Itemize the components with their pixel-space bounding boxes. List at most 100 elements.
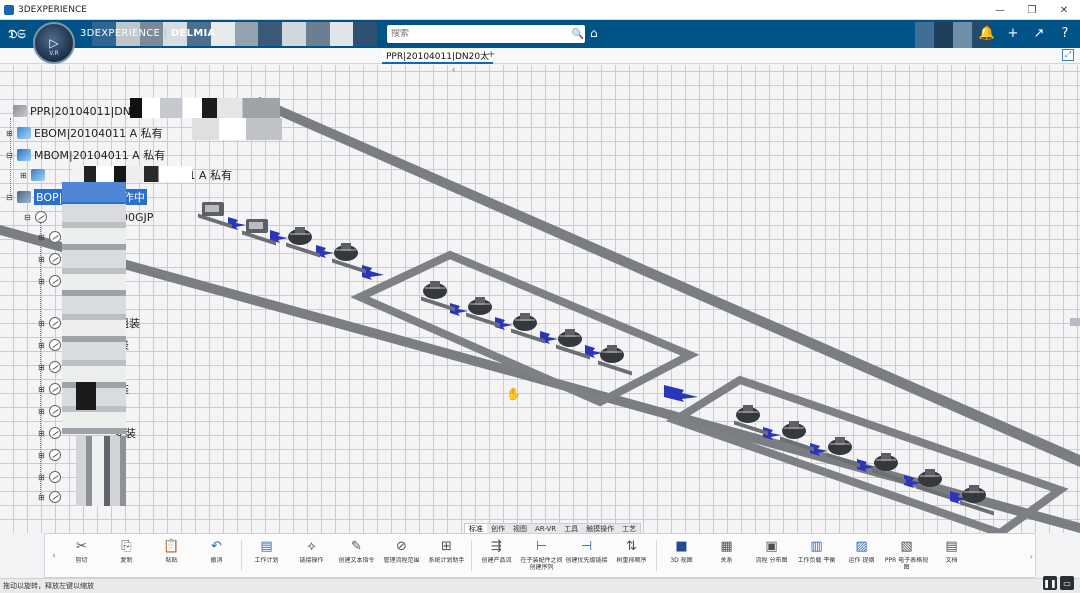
expand-toggle-icon[interactable]: ⊟ [6,193,15,202]
link-operation-button[interactable]: ⟡ 链接操作 [289,534,334,577]
tree-node-ebom[interactable]: ⊞ EBOM|20104011 A 私有 [6,124,163,142]
work-plan-button[interactable]: ▤ 工作计划 [244,534,289,577]
process-chart-button[interactable]: ▣ 流程 分布图 [749,534,794,577]
tab-ppr[interactable]: PPR|20104011|DN20太 [382,49,494,64]
bop-icon [17,191,31,203]
scroll-right-icon[interactable]: › [1030,552,1033,561]
expand-toggle-icon[interactable]: ⊞ [38,319,47,328]
tree-node-ppr[interactable]: PPR|20104011|DN [2,102,131,120]
expand-toggle-icon[interactable]: ⊞ [38,385,47,394]
brand-app: DELMIA [170,28,216,39]
reorder-tree-button[interactable]: ⇅ 树重排顺序 [609,534,654,577]
operation-icon [49,253,61,265]
expand-toggle-icon[interactable]: ⊞ [38,277,47,286]
minimize-button[interactable]: — [984,0,1016,20]
panel-collapse-icon[interactable]: ‹ [452,65,460,75]
operation-icon [49,427,61,439]
expand-toggle-icon[interactable]: ⊞ [20,171,29,180]
window-title-bar: 3DEXPERIENCE — ❐ ✕ [0,0,1080,20]
add-icon[interactable]: + [1004,24,1022,42]
tree-node-mbom[interactable]: ⊟ MBOM|20104011 A 私有 [6,146,165,164]
help-icon[interactable]: ? [1056,24,1074,42]
divider [471,540,472,571]
search-input[interactable] [391,29,571,39]
specification-tree: PPR|20104011|DN ⊞ EBOM|20104011 A 私有 ⊟ M… [2,98,302,510]
copy-button[interactable]: ⎘ 复制 [104,534,149,577]
planning-assistant-icon: ⊞ [441,538,452,554]
manage-scope-icon: ⊘ [396,538,407,554]
expand-toggle-icon[interactable]: ⊞ [38,451,47,460]
operation-icon [49,383,61,395]
add-tab-button[interactable]: + [487,49,495,60]
pause-icon[interactable]: ❚❚ [1043,576,1057,590]
expand-toggle-icon[interactable]: ⊞ [38,363,47,372]
operation-icon [49,339,61,351]
outline-button[interactable]: ▨ 运作 提纲 [839,534,884,577]
expand-icon[interactable]: ⤢ [1062,49,1074,61]
expand-toggle-icon[interactable]: ⊞ [38,473,47,482]
text-instruction-button[interactable]: ✎ 创建文本指令 [334,534,379,577]
process-chart-icon: ▣ [765,538,778,554]
button-label: 创建文本指令 [338,557,375,564]
scroll-left-icon[interactable]: ‹ [49,534,59,577]
workload-balance-button[interactable]: ▥ 工作负载 平衡 [794,534,839,577]
redacted-block [72,166,192,182]
compass-widget[interactable]: ▷ V.R [33,22,75,64]
tree-node-label: PPR|20104011|DN [30,104,132,118]
redacted-block [62,182,126,202]
tag-icon[interactable]: ⌂ [590,26,598,40]
manage-scope-button[interactable]: ⊘ 管理流程范围 [379,534,424,577]
document-button[interactable]: ▤ 文档 [929,534,974,577]
close-button[interactable]: ✕ [1048,0,1080,20]
expand-toggle-icon[interactable]: ⊞ [38,233,47,242]
button-label: 链接操作 [299,557,324,564]
expand-toggle-icon[interactable]: ⊞ [38,493,47,502]
divider [656,540,657,571]
paste-button[interactable]: 📋 粘贴 [149,534,194,577]
operation-icon [49,275,61,287]
expand-toggle-icon[interactable]: ⊟ [24,213,33,222]
status-bar: 拖动以旋转，释放左键以缩放 [0,578,1080,593]
expand-toggle-icon[interactable]: ⊞ [38,429,47,438]
expand-toggle-icon[interactable]: ⊞ [38,407,47,416]
button-label: 系统计划助手 [428,557,465,564]
mfg-assembly-icon [31,169,45,181]
expand-toggle-icon[interactable]: ⊞ [38,341,47,350]
notifications-icon[interactable]: 🔔 [978,24,996,42]
reorder-tree-icon: ⇅ [626,538,637,554]
button-label: 3D 视图 [670,557,693,564]
priority-link-button[interactable]: ⊣ 创建优先级链接 [564,534,609,577]
redacted-block [130,98,280,118]
button-label: 关系 [720,557,733,564]
side-panel-handle[interactable] [1070,318,1080,326]
expand-toggle-icon[interactable]: ⊟ [6,151,15,160]
ds-logo-icon[interactable]: 𝔇𝔖 [6,24,28,44]
panel-toggle-icon[interactable]: ▭ [1060,576,1074,590]
ppr-spreadsheet-button[interactable]: ▧ PPR 电子表格视图 [884,534,929,577]
cut-button[interactable]: ✂ 剪切 [59,534,104,577]
operation-icon [49,405,61,417]
operation-icon [49,491,61,503]
text-instruction-icon: ✎ [351,538,362,554]
product-flow-button[interactable]: ⇶ 创建产品流 [474,534,519,577]
button-label: 管理流程范围 [383,557,420,564]
sequence-button[interactable]: ⊢ 在子装配件之间创建序列 [519,534,564,577]
document-tab-strip: PPR|20104011|DN20太 + [0,48,1080,64]
planning-assistant-button[interactable]: ⊞ 系统计划助手 [424,534,469,577]
operation-icon [49,449,61,461]
window-title: 3DEXPERIENCE [18,4,87,15]
3d-view-button[interactable]: ■ 3D 视图 [659,534,704,577]
expand-toggle-icon[interactable]: ⊞ [6,129,15,138]
button-label: 创建优先级链接 [565,557,608,564]
restore-button[interactable]: ❐ [1016,0,1048,20]
relations-button[interactable]: ▦ 关系 [704,534,749,577]
search-icon[interactable]: 🔍 [571,29,585,40]
share-icon[interactable]: ↗ [1030,24,1048,42]
action-bar: ‹ ✂ 剪切 ⎘ 复制 📋 粘贴 ↶ 撤消 ▤ 工作计划 ⟡ 链接操作 ✎ 创建文本指令 ⊘ 管… [44,533,1036,578]
undo-button[interactable]: ↶ 撤消 [194,534,239,577]
expand-toggle-icon[interactable]: ⊞ [38,255,47,264]
hand-cursor-icon: ✋ [506,387,521,401]
search-box: 🔍 [387,25,585,43]
button-label: 粘贴 [165,557,178,564]
button-label: 工作负载 平衡 [797,557,836,564]
